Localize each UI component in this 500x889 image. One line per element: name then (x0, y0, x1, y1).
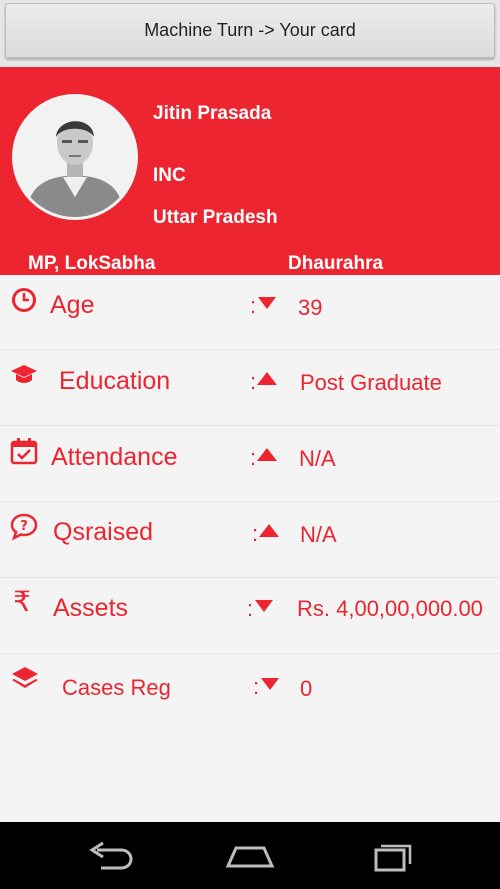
clock-icon (12, 288, 36, 312)
home-icon[interactable] (222, 836, 278, 876)
stat-value: 39 (298, 295, 323, 320)
avatar (12, 94, 138, 220)
trend-down-icon (255, 600, 273, 612)
colon-separator: : (247, 596, 254, 621)
party-name: INC (153, 165, 186, 186)
stat-value: 0 (300, 676, 313, 701)
stat-row-assets[interactable]: ₹ Assets : Rs. 4,00,00,000.00 (0, 578, 500, 654)
recents-icon[interactable] (362, 836, 418, 876)
stat-value: N/A (300, 522, 337, 547)
trend-up-icon (257, 448, 277, 461)
role-label: MP, LokSabha (28, 253, 156, 274)
colon-separator: : (252, 521, 259, 546)
stat-row-attendance[interactable]: Attendance : N/A (0, 426, 500, 502)
calendar-check-icon (10, 438, 38, 465)
stat-row-age[interactable]: Age : 39 (0, 275, 500, 350)
stat-label: Qsraised (53, 518, 154, 546)
stat-row-cases-reg[interactable]: Cases Reg : 0 (0, 654, 500, 730)
politician-name: Jitin Prasada (153, 103, 272, 124)
rupee-icon: ₹ (13, 587, 31, 615)
stat-label: Age (50, 291, 95, 319)
trend-down-icon (258, 297, 276, 309)
trend-up-icon (259, 524, 279, 537)
trend-up-icon (257, 372, 277, 385)
system-nav-bar (0, 822, 500, 889)
machine-turn-button[interactable]: Machine Turn -> Your card (5, 3, 495, 58)
colon-separator: : (250, 445, 257, 470)
stat-value: N/A (299, 446, 336, 471)
stat-row-education[interactable]: Education : Post Graduate (0, 350, 500, 426)
colon-separator: : (253, 674, 260, 699)
stat-label: Attendance (51, 443, 178, 471)
state-name: Uttar Pradesh (153, 207, 278, 228)
profile-card: Jitin Prasada INC Uttar Pradesh MP, LokS… (0, 67, 500, 275)
constituency-label: Dhaurahra (288, 253, 384, 274)
top-bar: Machine Turn -> Your card (0, 0, 500, 67)
back-icon[interactable] (83, 836, 139, 876)
graduation-cap-icon (11, 365, 37, 383)
layers-icon (12, 667, 38, 688)
stat-row-qsraised[interactable]: ? Qsraised : N/A (0, 502, 500, 578)
colon-separator: : (250, 369, 257, 394)
question-bubble-icon: ? (10, 513, 38, 540)
svg-text:?: ? (20, 519, 28, 534)
colon-separator: : (250, 293, 257, 318)
stat-label: Cases Reg (62, 675, 171, 700)
trend-down-icon (261, 678, 279, 690)
portrait-image (15, 97, 135, 217)
svg-text:₹: ₹ (13, 587, 31, 615)
stat-label: Assets (53, 594, 129, 622)
stat-label: Education (59, 367, 171, 395)
stat-value: Rs. 4,00,00,000.00 (297, 596, 483, 621)
stat-value: Post Graduate (300, 370, 442, 395)
